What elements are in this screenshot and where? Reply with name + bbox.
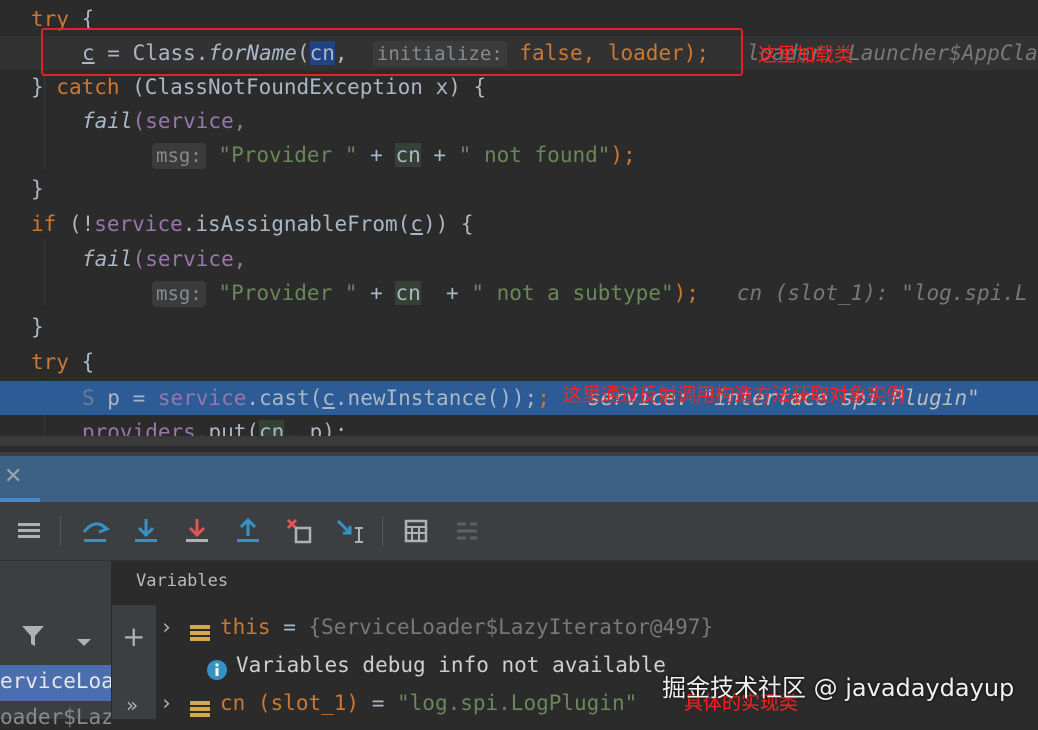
editor-horizontal-scrollbar[interactable] <box>0 436 1038 446</box>
code-line-7[interactable]: if (!service.isAssignableFrom(c)) { <box>0 207 1038 241</box>
code-line-11[interactable]: try { <box>0 345 1038 379</box>
inline-debug-value-cn: cn (slot_1): "log.spi.L <box>736 281 1028 305</box>
close-icon[interactable]: ✕ <box>4 464 22 489</box>
step-into-icon[interactable] <box>129 514 163 548</box>
param-hint-msg: msg: <box>152 143 206 169</box>
frame-item[interactable]: erviceLoad <box>0 669 111 693</box>
debug-tool-window-header: ✕ <box>0 456 1038 502</box>
step-out-icon[interactable] <box>231 514 265 548</box>
toolbar-separator <box>382 516 383 546</box>
toolbar-separator <box>60 516 61 546</box>
expand-chevron-icon[interactable]: › <box>160 685 190 721</box>
code-line-4[interactable]: fail(service, <box>0 104 1038 138</box>
code-line-8[interactable]: fail(service, <box>0 242 1038 276</box>
code-line-6[interactable]: } <box>0 172 1038 206</box>
drop-frame-icon[interactable] <box>282 514 316 548</box>
watermark: 掘金技术社区 @ javadaydayup <box>662 674 1015 702</box>
trace-stream-icon <box>450 514 484 548</box>
code-line-9[interactable]: msg: "Provider " + cn + " not a subtype"… <box>0 276 1038 310</box>
keyword-if: if <box>31 212 57 236</box>
variable-row-this[interactable]: › this = {ServiceLoader$LazyIterator@497} <box>160 609 713 645</box>
chevron-down-icon[interactable] <box>76 633 92 652</box>
variable-row-cn[interactable]: › cn (slot_1) = "log.spi.LogPlugin" <box>160 685 637 721</box>
info-icon <box>206 656 227 680</box>
code-line-10[interactable]: } <box>0 310 1038 344</box>
more-icon[interactable]: » <box>126 693 138 717</box>
run-to-cursor-icon[interactable] <box>333 514 367 548</box>
step-over-icon[interactable] <box>78 514 112 548</box>
param-hint-msg: msg: <box>152 281 206 307</box>
var-c: c <box>410 212 423 236</box>
field-icon <box>190 694 210 717</box>
menu-icon[interactable] <box>12 514 46 548</box>
field-icon <box>190 618 210 641</box>
filter-icon[interactable] <box>20 623 46 653</box>
var-cn: cn <box>395 143 421 167</box>
frames-pane: erviceLoad oader$Laz <box>0 561 112 729</box>
add-watch-icon[interactable]: + <box>122 623 145 651</box>
var-cn: cn <box>395 281 421 305</box>
evaluate-expression-icon[interactable] <box>399 514 433 548</box>
var-c: c <box>322 386 335 410</box>
method-fail: fail <box>82 109 133 133</box>
frame-item[interactable]: oader$Laz <box>0 705 111 729</box>
code-line-5[interactable]: msg: "Provider " + cn + " not found"); <box>0 138 1038 172</box>
variables-header: Variables <box>136 571 229 591</box>
expand-chevron-icon[interactable]: › <box>160 609 190 645</box>
annotation-reflection: 这里通过反射调用构造方法获取对象实例 <box>563 384 906 406</box>
annotation-load-class: 这里加载类 <box>758 44 854 66</box>
code-editor[interactable]: try { c = Class.forName(cn, initialize: … <box>0 0 1038 452</box>
debug-toolbar <box>0 502 1038 561</box>
type-S: S <box>82 386 95 410</box>
variable-info-row: Variables debug info not available <box>206 647 666 683</box>
variables-side-toolbar: + » <box>112 605 156 719</box>
method-fail: fail <box>82 247 133 271</box>
force-step-into-icon[interactable] <box>180 514 214 548</box>
keyword-try: try <box>31 350 69 374</box>
annotation-box <box>41 28 743 76</box>
keyword-catch: catch <box>56 75 120 99</box>
